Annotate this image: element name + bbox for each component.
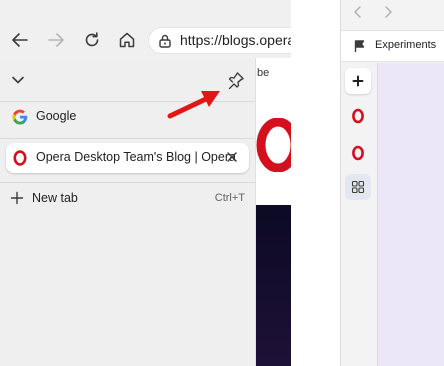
sidebar-opera-item[interactable] bbox=[345, 103, 371, 129]
opera-o-icon bbox=[352, 108, 364, 124]
right-tab[interactable]: Experiments bbox=[341, 30, 444, 62]
forward-arrow-icon bbox=[48, 33, 64, 47]
plus-icon bbox=[352, 75, 364, 87]
plus-icon bbox=[10, 191, 24, 205]
tab-title: Opera Desktop Team's Blog | Opera bbox=[36, 150, 236, 164]
forward-button[interactable] bbox=[44, 28, 68, 52]
address-bar[interactable]: https://blogs.opera.com/ bbox=[148, 27, 291, 54]
google-g-icon bbox=[12, 109, 28, 125]
new-tab-shortcut: Ctrl+T bbox=[214, 192, 245, 204]
chevron-down-icon[interactable] bbox=[10, 74, 26, 86]
lock-icon[interactable] bbox=[157, 33, 173, 49]
back-arrow-icon bbox=[12, 33, 28, 47]
tab-title: Experiments bbox=[375, 39, 437, 51]
tab-item-opera-blog[interactable]: Opera Desktop Team's Blog | Opera bbox=[6, 143, 249, 173]
home-button[interactable] bbox=[115, 28, 139, 52]
home-icon bbox=[119, 32, 135, 48]
reload-button[interactable] bbox=[80, 28, 104, 52]
right-page-content bbox=[377, 63, 444, 366]
new-tab-item[interactable]: New tab Ctrl+T bbox=[6, 184, 249, 214]
page-partial-text: be bbox=[257, 67, 270, 79]
pin-icon[interactable] bbox=[226, 70, 246, 90]
tab-title: Google bbox=[36, 109, 77, 123]
url-text[interactable]: https://blogs.opera.com/ bbox=[180, 32, 291, 48]
right-toolbar bbox=[341, 0, 444, 28]
opera-o-icon bbox=[352, 145, 364, 161]
back-button[interactable] bbox=[8, 28, 32, 52]
page-hero-image bbox=[255, 205, 291, 366]
dropdown-divider bbox=[0, 182, 255, 183]
flag-icon bbox=[354, 40, 365, 52]
sidebar-add-button[interactable] bbox=[345, 68, 371, 94]
forward-arrow-icon[interactable] bbox=[381, 5, 395, 19]
close-icon[interactable] bbox=[225, 150, 239, 164]
sidebar-opera-item[interactable] bbox=[345, 140, 371, 166]
new-tab-label: New tab bbox=[32, 191, 78, 205]
opera-sidebar bbox=[341, 62, 375, 366]
grid-icon bbox=[351, 180, 365, 194]
sidebar-workspaces-button[interactable] bbox=[345, 174, 371, 200]
right-browser-window: Experiments bbox=[340, 0, 444, 366]
left-browser-window: https://blogs.opera.com/ be Go bbox=[0, 0, 291, 366]
back-arrow-icon[interactable] bbox=[351, 5, 365, 19]
dropdown-divider bbox=[0, 138, 255, 139]
opera-logo-icon bbox=[256, 118, 291, 172]
browser-toolbar: https://blogs.opera.com/ bbox=[0, 0, 291, 58]
reload-icon bbox=[85, 32, 99, 47]
annotation-arrow-icon bbox=[167, 91, 220, 119]
opera-o-icon bbox=[13, 150, 27, 166]
